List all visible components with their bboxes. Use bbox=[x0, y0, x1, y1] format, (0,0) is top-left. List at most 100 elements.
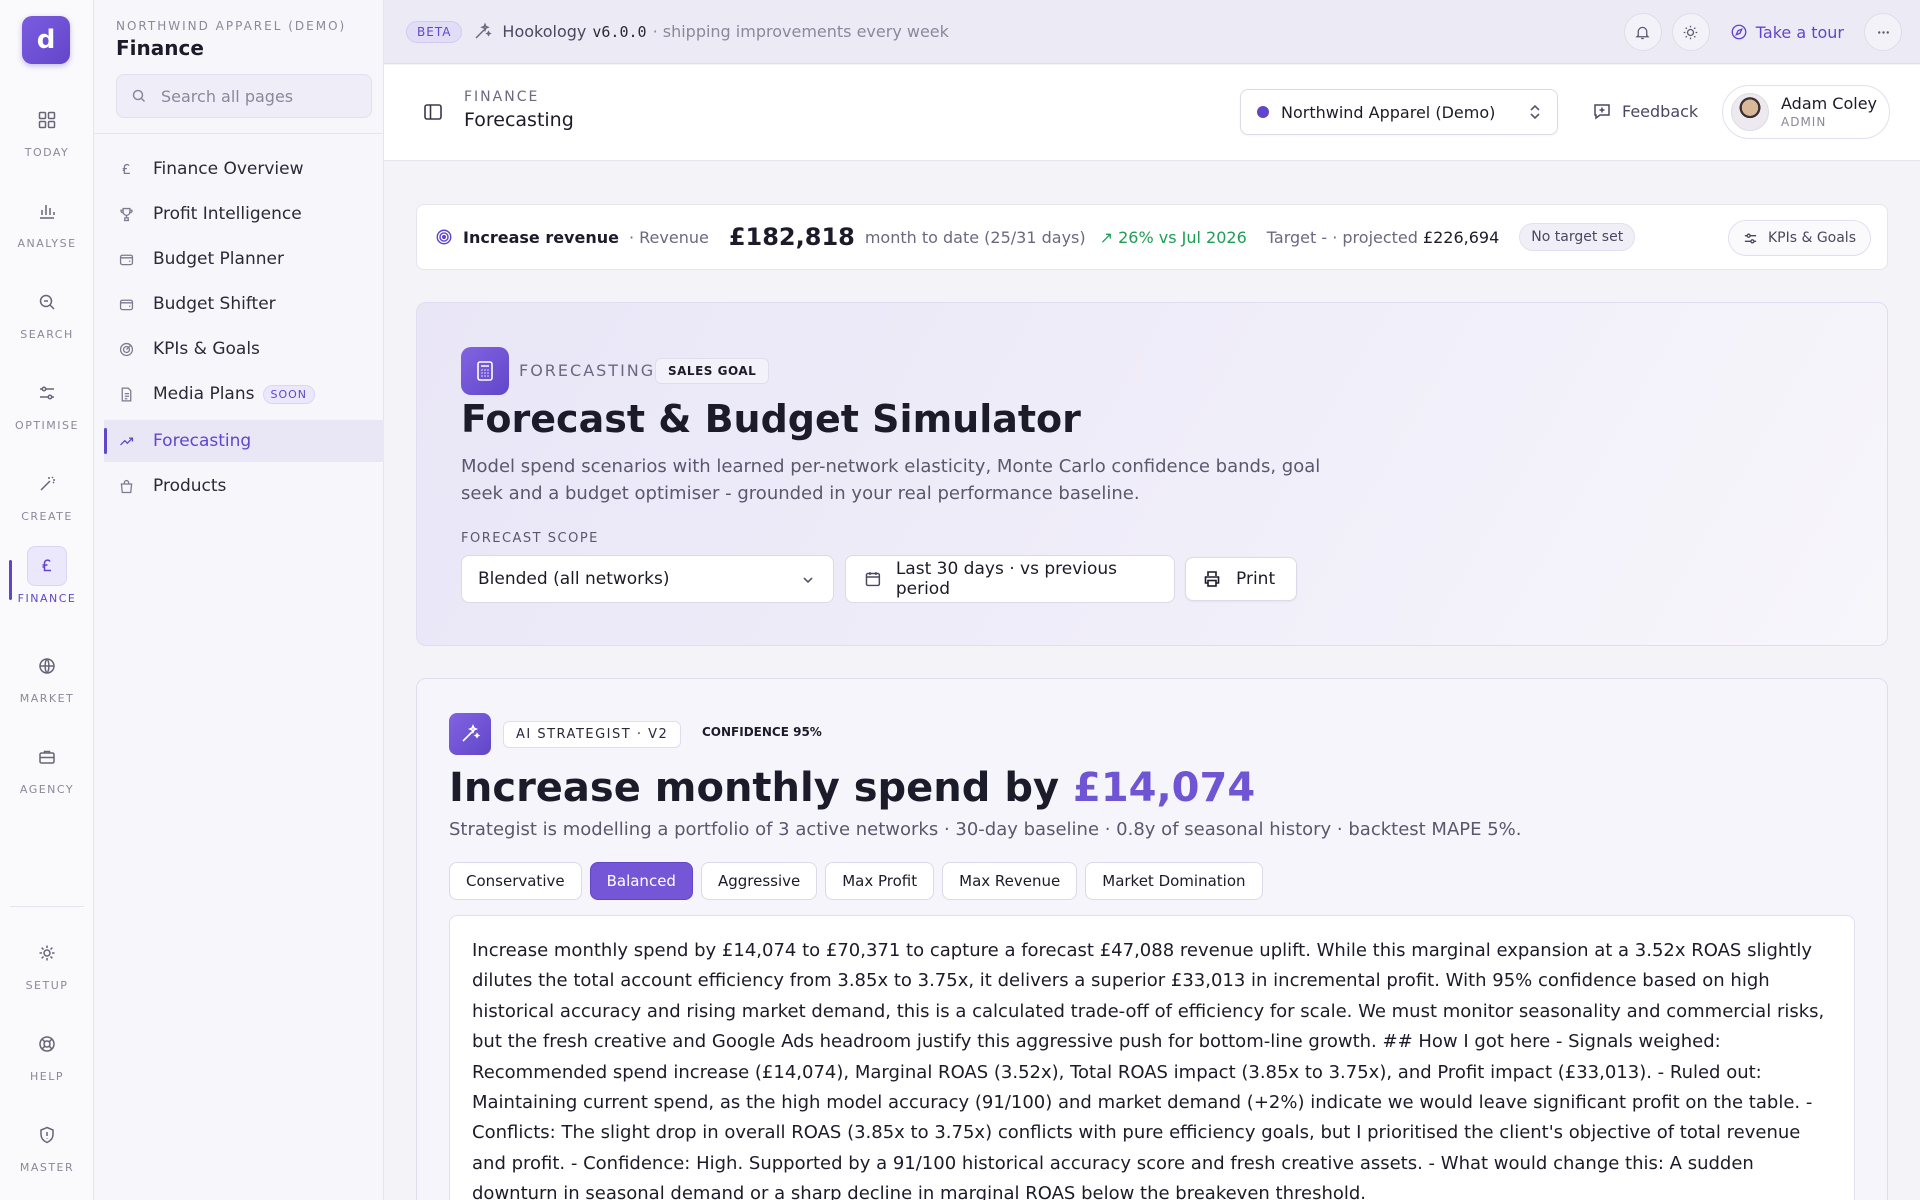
sidebar-item-kpis-goals[interactable]: KPIs & Goals bbox=[104, 328, 384, 370]
grid-icon bbox=[27, 100, 67, 140]
print-label: Print bbox=[1236, 569, 1276, 589]
globe-icon bbox=[27, 646, 67, 686]
mode-aggressive[interactable]: Aggressive bbox=[700, 862, 818, 900]
feedback-button[interactable]: Feedback bbox=[1592, 101, 1698, 121]
sidebar-item-media-plans[interactable]: Media Plans SOON bbox=[104, 373, 384, 415]
avatar bbox=[1731, 93, 1769, 131]
sidebar-item-profit-intelligence[interactable]: Profit Intelligence bbox=[104, 193, 384, 235]
kpi-period: month to date (25/31 days) bbox=[864, 227, 1086, 247]
take-tour-link[interactable]: Take a tour bbox=[1720, 23, 1854, 42]
magic-wand-icon bbox=[27, 464, 67, 504]
kpi-value: £182,818 bbox=[728, 223, 855, 251]
rail-label: AGENCY bbox=[19, 783, 75, 796]
search-icon bbox=[132, 89, 146, 103]
lifebuoy-icon bbox=[27, 1024, 67, 1064]
organization-select[interactable]: Northwind Apparel (Demo) bbox=[1240, 89, 1558, 135]
feedback-label: Feedback bbox=[1622, 101, 1699, 121]
simulator-card: FORECASTING SALES GOAL Forecast & Budget… bbox=[416, 302, 1888, 646]
rail-item-help[interactable]: HELP bbox=[0, 1024, 94, 1100]
rail-label: FINANCE bbox=[17, 592, 77, 605]
kpis-goals-button[interactable]: KPIs & Goals bbox=[1727, 220, 1871, 256]
trending-up-icon bbox=[120, 436, 134, 445]
rail-item-create[interactable]: CREATE bbox=[0, 464, 94, 540]
print-button[interactable]: Print bbox=[1185, 557, 1297, 601]
rail-label: SETUP bbox=[25, 979, 69, 992]
feedback-icon bbox=[1594, 104, 1610, 120]
mode-conservative[interactable]: Conservative bbox=[449, 862, 582, 900]
kpi-strip: Increase revenue · Revenue £182,818 mont… bbox=[416, 204, 1888, 270]
rail-label: TODAY bbox=[24, 146, 70, 159]
rail-item-search[interactable]: SEARCH bbox=[0, 282, 94, 358]
wallet-icon bbox=[119, 254, 134, 265]
search-icon bbox=[27, 282, 67, 322]
page-header: FINANCE Forecasting Northwind Apparel (D… bbox=[384, 65, 1920, 161]
sidebar-item-budget-planner[interactable]: Budget Planner bbox=[104, 238, 384, 280]
more-options-button[interactable] bbox=[1864, 13, 1902, 51]
confidence-badge: CONFIDENCE 95% bbox=[702, 725, 822, 739]
recommendation-title: Increase monthly spend by £14,074 bbox=[449, 765, 1255, 811]
sparkle-icon bbox=[475, 21, 493, 39]
printer-icon bbox=[1204, 571, 1220, 587]
rail-item-master[interactable]: MASTER bbox=[0, 1115, 94, 1191]
chevron-down-icon bbox=[803, 577, 813, 584]
kpi-goal: Increase revenue bbox=[463, 227, 619, 247]
sidebar-toggle-icon[interactable] bbox=[422, 101, 444, 123]
forecast-scope-label: FORECAST SCOPE bbox=[461, 531, 599, 546]
app-version: v6.0.0 bbox=[592, 22, 647, 41]
notifications-button[interactable] bbox=[1623, 13, 1662, 51]
rail-divider bbox=[10, 906, 84, 907]
target-icon bbox=[119, 342, 134, 356]
app-logo[interactable]: d bbox=[22, 16, 70, 64]
bell-icon bbox=[1635, 26, 1650, 39]
rail-item-today[interactable]: TODAY bbox=[0, 100, 94, 176]
strategist-narrative: Increase monthly spend by £14,074 to £70… bbox=[449, 915, 1855, 1200]
strategy-mode-tabs: Conservative Balanced Aggressive Max Pro… bbox=[449, 862, 1263, 900]
sidebar-item-finance-overview[interactable]: Finance Overview bbox=[104, 148, 384, 190]
sidebar-item-label: Budget Planner bbox=[153, 249, 284, 269]
mode-balanced[interactable]: Balanced bbox=[589, 862, 693, 900]
beta-badge: BETA bbox=[406, 20, 463, 43]
rail-item-optimise[interactable]: OPTIMISE bbox=[0, 373, 94, 449]
section-eyebrow: FORECASTING bbox=[519, 361, 656, 380]
theme-toggle-button[interactable] bbox=[1671, 13, 1710, 51]
date-range-picker[interactable]: Last 30 days · vs previous period bbox=[845, 555, 1175, 603]
rail-label: HELP bbox=[30, 1070, 64, 1083]
wallet-icon bbox=[119, 299, 134, 310]
mode-max-profit[interactable]: Max Profit bbox=[825, 862, 935, 900]
rail-item-finance[interactable]: FINANCE bbox=[0, 546, 94, 622]
goal-chip: SALES GOAL bbox=[655, 358, 770, 384]
rail-item-setup[interactable]: SETUP bbox=[0, 933, 94, 1009]
sidebar-item-forecasting[interactable]: Forecasting bbox=[104, 420, 384, 462]
rail-item-agency[interactable]: AGENCY bbox=[0, 737, 94, 813]
sidebar-section-title: Finance bbox=[116, 36, 204, 60]
pound-icon bbox=[27, 546, 67, 586]
org-color-dot bbox=[1257, 106, 1269, 118]
strategist-version-chip: AI STRATEGIST · V2 bbox=[503, 721, 682, 748]
pound-icon bbox=[122, 163, 130, 174]
search-input[interactable] bbox=[161, 86, 361, 106]
kpi-change: ↗ 26% vs Jul 2026 bbox=[1100, 228, 1247, 247]
trophy-icon bbox=[120, 207, 133, 221]
sidebar-item-budget-shifter[interactable]: Budget Shifter bbox=[104, 283, 384, 325]
shopping-bag-icon bbox=[120, 479, 133, 493]
rail-label: SEARCH bbox=[20, 328, 74, 341]
forecast-scope-select[interactable]: Blended (all networks) bbox=[461, 555, 834, 603]
calendar-icon bbox=[865, 572, 881, 587]
sidebar-item-products[interactable]: Products bbox=[104, 465, 384, 507]
sidebar-item-label: Products bbox=[153, 476, 227, 496]
mode-max-revenue[interactable]: Max Revenue bbox=[942, 862, 1078, 900]
user-menu[interactable]: Adam Coley ADMIN bbox=[1722, 85, 1890, 139]
bar-chart-icon bbox=[27, 191, 67, 231]
shield-icon bbox=[27, 1115, 67, 1155]
date-range-value: Last 30 days · vs previous period bbox=[895, 559, 1118, 599]
mode-market-domination[interactable]: Market Domination bbox=[1085, 862, 1263, 900]
gear-icon bbox=[27, 933, 67, 973]
rail-item-analyse[interactable]: ANALYSE bbox=[0, 191, 94, 267]
sidebar-search[interactable] bbox=[116, 74, 372, 118]
sun-icon bbox=[1683, 25, 1698, 39]
sliders-icon bbox=[27, 373, 67, 413]
user-role: ADMIN bbox=[1781, 115, 1827, 129]
rail-item-market[interactable]: MARKET bbox=[0, 646, 94, 722]
user-name: Adam Coley bbox=[1781, 94, 1878, 113]
breadcrumb[interactable]: FINANCE bbox=[464, 89, 539, 105]
